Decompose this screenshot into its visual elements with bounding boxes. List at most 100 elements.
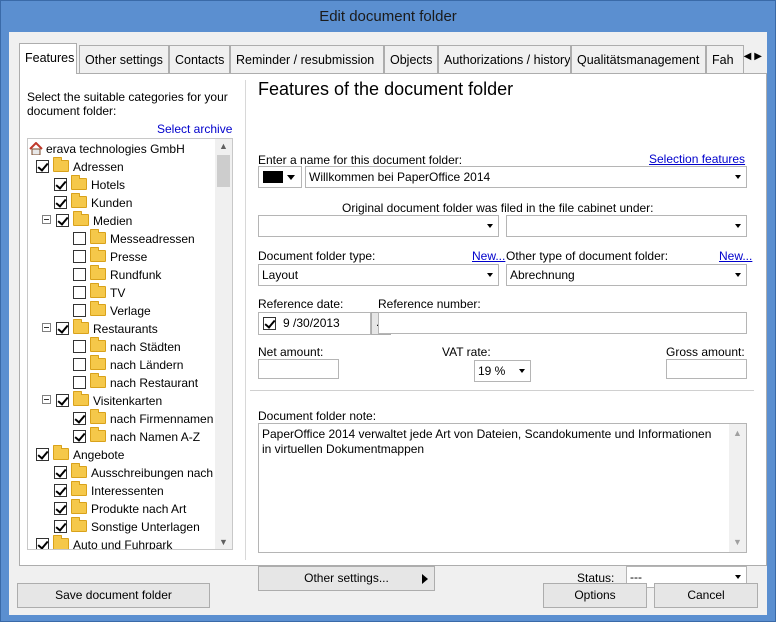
tree-item-label: Presse	[110, 250, 148, 264]
collapse-icon[interactable]	[42, 323, 51, 332]
tree-item-checkbox[interactable]	[54, 520, 67, 533]
tree-item[interactable]: Medien	[42, 211, 132, 230]
tree-item[interactable]: Restaurants	[42, 319, 158, 338]
other-type-new-link[interactable]: New...	[719, 249, 752, 263]
note-scrollbar[interactable]: ▲ ▼	[729, 424, 746, 552]
tree-item-label: nach Restaurant	[110, 376, 199, 390]
folder-icon	[71, 481, 87, 496]
tab-objects[interactable]: Objects	[384, 45, 438, 73]
tree-item-checkbox[interactable]	[54, 502, 67, 515]
tree-item[interactable]: Rundfunk	[73, 265, 162, 284]
original-location-left-select[interactable]	[258, 215, 499, 237]
tree-item-checkbox[interactable]	[36, 538, 49, 549]
tree-item[interactable]: nach Firmennamen A-Z	[73, 409, 232, 428]
tree-item-checkbox[interactable]	[73, 232, 86, 245]
collapse-icon[interactable]	[42, 395, 51, 404]
select-archive-link[interactable]: Select archive	[157, 122, 232, 136]
tree-item[interactable]: Adressen	[36, 157, 124, 176]
selection-features-link[interactable]: Selection features	[649, 152, 745, 166]
tree-item-checkbox[interactable]	[36, 448, 49, 461]
tree-item-checkbox[interactable]	[73, 304, 86, 317]
tree-item[interactable]: Sonstige Unterlagen	[54, 517, 200, 536]
tab-scroll-arrows[interactable]: ◀▶	[744, 51, 765, 62]
tab-reminder[interactable]: Reminder / resubmission	[230, 45, 384, 73]
category-tree[interactable]: erava technologies GmbH Adressen Hotels Kun…	[27, 138, 233, 550]
tab-fah[interactable]: Fah	[706, 45, 744, 73]
tab-contacts[interactable]: Contacts	[169, 45, 230, 73]
tree-item[interactable]: Presse	[73, 247, 148, 266]
note-textarea[interactable]: PaperOffice 2014 verwaltet jede Art von …	[258, 423, 747, 553]
save-folder-button[interactable]: Save document folder	[17, 583, 210, 608]
tab-scroll-right-icon[interactable]: ▶	[754, 51, 765, 62]
cancel-button[interactable]: Cancel	[654, 583, 758, 608]
tree-item[interactable]: Hotels	[54, 175, 125, 194]
scroll-down-icon[interactable]: ▼	[733, 535, 742, 550]
tree-item[interactable]: nach Namen A-Z	[73, 427, 200, 446]
reference-number-field[interactable]	[378, 312, 747, 334]
other-settings-button[interactable]: Other settings...	[258, 566, 435, 591]
folder-icon	[90, 427, 106, 442]
tab-features[interactable]: Features	[19, 43, 77, 74]
tree-item[interactable]: Kunden	[54, 193, 132, 212]
tree-item-checkbox[interactable]	[73, 376, 86, 389]
vat-rate-select[interactable]: 19 %	[474, 360, 531, 382]
tree-item-label: Interessenten	[91, 484, 164, 498]
scroll-up-icon[interactable]: ▲	[733, 426, 742, 441]
original-location-right-select[interactable]	[506, 215, 747, 237]
tree-item-label: Angebote	[73, 448, 125, 462]
tree-item-checkbox[interactable]	[54, 484, 67, 497]
tree-item[interactable]: nach Ländern	[73, 355, 183, 374]
tree-item-checkbox[interactable]	[56, 394, 69, 407]
tab-authorizations[interactable]: Authorizations / history	[438, 45, 571, 73]
tab-other-settings[interactable]: Other settings	[79, 45, 169, 73]
tree-item-checkbox[interactable]	[56, 214, 69, 227]
scroll-thumb[interactable]	[217, 155, 230, 187]
tree-item[interactable]: Interessenten	[54, 481, 164, 500]
note-text[interactable]: PaperOffice 2014 verwaltet jede Art von …	[262, 427, 722, 457]
folder-type-select[interactable]: Layout	[258, 264, 499, 286]
tree-item[interactable]: nach Restaurant	[73, 373, 199, 392]
tree-item-checkbox[interactable]	[73, 286, 86, 299]
other-type-select[interactable]: Abrechnung	[506, 264, 747, 286]
scroll-down-icon[interactable]: ▼	[219, 537, 228, 547]
tree-scrollbar[interactable]: ▲ ▼	[215, 139, 232, 549]
tree-item-checkbox[interactable]	[73, 412, 86, 425]
tree-item[interactable]: Produkte nach Art	[54, 499, 186, 518]
tree-item[interactable]: Ausschreibungen nach Datum	[54, 463, 232, 482]
net-amount-field[interactable]	[258, 359, 339, 379]
collapse-icon[interactable]	[42, 215, 51, 224]
tree-item[interactable]: Angebote	[36, 445, 125, 464]
folder-type-new-link[interactable]: New...	[472, 249, 505, 263]
tree-item[interactable]: nach Städten	[73, 337, 181, 356]
tab-qualitaetsmanagement[interactable]: Qualitätsmanagement	[571, 45, 706, 73]
color-picker[interactable]	[258, 166, 302, 188]
tree-item[interactable]: Messeadressen	[73, 229, 195, 248]
tree-item[interactable]: erava technologies GmbH	[29, 140, 185, 158]
tree-item-checkbox[interactable]	[73, 340, 86, 353]
folder-name-field[interactable]: Willkommen bei PaperOffice 2014	[305, 166, 747, 188]
tree-item-checkbox[interactable]	[54, 178, 67, 191]
tree-item-checkbox[interactable]	[73, 358, 86, 371]
reference-date-picker[interactable]: 9 /30/2013	[258, 312, 371, 335]
tree-item-checkbox[interactable]	[54, 196, 67, 209]
folder-icon	[90, 337, 106, 352]
gross-amount-field[interactable]	[666, 359, 747, 379]
tree-item-checkbox[interactable]	[73, 250, 86, 263]
options-button[interactable]: Options	[543, 583, 647, 608]
reference-date-value[interactable]: 9 /30/2013	[283, 316, 340, 331]
scroll-up-icon[interactable]: ▲	[219, 141, 228, 151]
tree-item[interactable]: Verlage	[73, 301, 151, 320]
folder-type-label: Document folder type:	[258, 249, 376, 263]
tree-item-checkbox[interactable]	[56, 322, 69, 335]
tree-item-checkbox[interactable]	[36, 160, 49, 173]
reference-date-checkbox[interactable]	[263, 317, 276, 330]
tree-item[interactable]: Visitenkarten	[42, 391, 162, 410]
tree-item-label: Sonstige Unterlagen	[91, 520, 200, 534]
tree-item-label: Rundfunk	[110, 268, 162, 282]
tree-item-checkbox[interactable]	[73, 430, 86, 443]
tree-item[interactable]: Auto und Fuhrpark	[36, 535, 172, 549]
tree-item[interactable]: TV	[73, 283, 125, 302]
tree-item-checkbox[interactable]	[54, 466, 67, 479]
tab-scroll-left-icon[interactable]: ◀	[744, 51, 755, 62]
tree-item-checkbox[interactable]	[73, 268, 86, 281]
